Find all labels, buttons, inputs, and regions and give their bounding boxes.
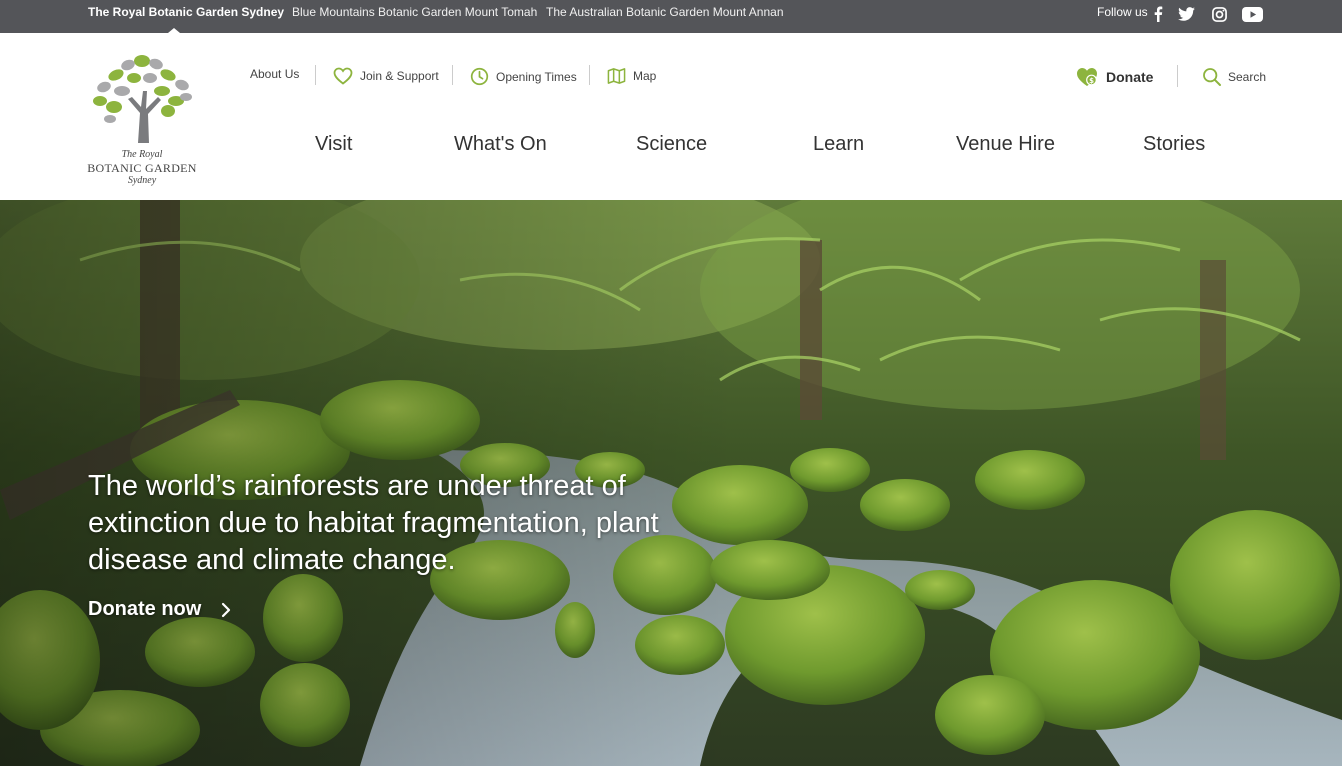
search-button[interactable]: Search <box>1202 67 1266 87</box>
clock-icon <box>470 67 489 86</box>
nav-science[interactable]: Science <box>636 133 707 156</box>
site-link-mount-tomah[interactable]: Blue Mountains Botanic Garden Mount Toma… <box>292 5 537 19</box>
join-support-link[interactable]: Join & Support <box>333 67 439 85</box>
donate-label: Donate <box>1106 69 1154 85</box>
facebook-icon[interactable] <box>1149 6 1167 22</box>
join-support-label: Join & Support <box>360 69 439 83</box>
nav-stories[interactable]: Stories <box>1143 133 1205 156</box>
tree-logo-icon <box>93 55 192 143</box>
heart-icon <box>333 67 353 85</box>
chevron-right-icon <box>222 602 231 617</box>
hero-headline: The world’s rainforests are under threat… <box>88 470 659 576</box>
nav-divider <box>452 65 453 85</box>
site-switcher-bar: The Royal Botanic Garden Sydney Blue Mou… <box>0 0 1342 33</box>
logo-line-2: BOTANIC GARDEN <box>87 161 197 175</box>
site-header: The Royal BOTANIC GARDEN Sydney About Us… <box>0 33 1342 200</box>
map-icon <box>607 68 626 84</box>
nav-divider <box>1177 65 1178 87</box>
follow-us-label: Follow us <box>1097 5 1148 19</box>
about-us-link[interactable]: About Us <box>250 67 299 81</box>
nav-venue-hire[interactable]: Venue Hire <box>956 133 1055 156</box>
site-link-sydney[interactable]: The Royal Botanic Garden Sydney <box>88 5 284 19</box>
youtube-icon[interactable] <box>1241 6 1263 22</box>
map-link[interactable]: Map <box>607 67 656 85</box>
nav-whats-on[interactable]: What's On <box>454 133 547 156</box>
logo-line-1: The Royal <box>121 149 163 160</box>
nav-divider <box>315 65 316 85</box>
donate-button[interactable]: $ Donate <box>1076 67 1153 87</box>
site-logo[interactable]: The Royal BOTANIC GARDEN Sydney <box>86 51 198 191</box>
search-icon <box>1203 68 1221 86</box>
opening-times-label: Opening Times <box>496 69 577 84</box>
nav-divider <box>589 65 590 85</box>
donate-now-link[interactable]: Donate now <box>88 598 231 621</box>
hero-banner: The world’s rainforests are under threat… <box>0 200 1342 766</box>
map-label: Map <box>633 69 657 83</box>
logo-line-3: Sydney <box>127 175 157 186</box>
instagram-icon[interactable] <box>1210 6 1228 22</box>
site-link-mount-annan[interactable]: The Australian Botanic Garden Mount Anna… <box>546 5 784 19</box>
svg-text:$: $ <box>1089 77 1094 85</box>
nav-visit[interactable]: Visit <box>315 133 352 156</box>
search-label: Search <box>1228 70 1267 84</box>
nav-learn[interactable]: Learn <box>813 133 864 156</box>
opening-times-link[interactable]: Opening Times <box>470 67 577 86</box>
donate-now-label: Donate now <box>88 598 202 620</box>
about-us-label: About Us <box>250 67 300 81</box>
donate-heart-icon: $ <box>1077 68 1097 86</box>
twitter-icon[interactable] <box>1177 6 1195 22</box>
